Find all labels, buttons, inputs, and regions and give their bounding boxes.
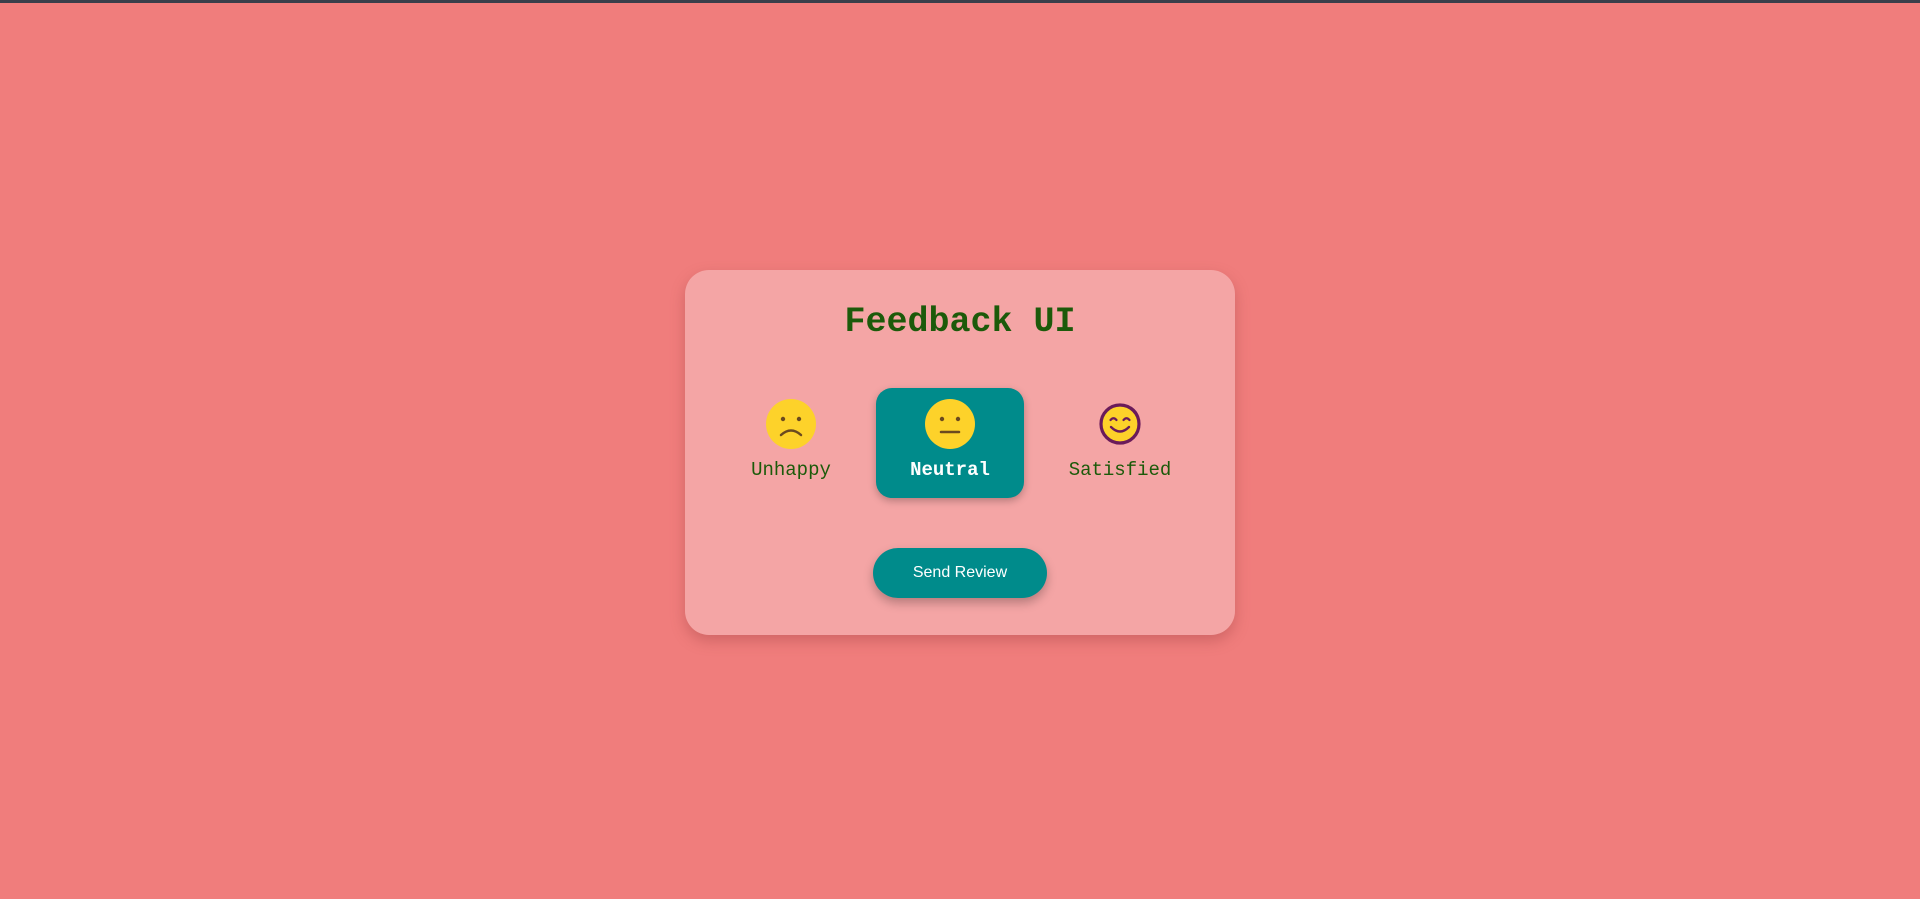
neutral-face-icon xyxy=(925,399,975,449)
rating-option-satisfied[interactable]: Satisfied xyxy=(1046,388,1194,498)
rating-label-neutral: Neutral xyxy=(910,459,990,481)
smiling-face-icon xyxy=(1099,403,1141,445)
rating-label-unhappy: Unhappy xyxy=(751,459,831,481)
page-title: Feedback UI xyxy=(844,302,1076,342)
rating-label-satisfied: Satisfied xyxy=(1068,459,1172,481)
sad-face-icon xyxy=(766,399,816,449)
rating-option-neutral[interactable]: Neutral xyxy=(876,388,1024,498)
rating-options: Unhappy Neutral Satisfied xyxy=(685,388,1235,498)
rating-option-unhappy[interactable]: Unhappy xyxy=(717,388,865,498)
send-review-button[interactable]: Send Review xyxy=(873,548,1047,598)
browser-top-edge xyxy=(0,0,1920,3)
feedback-card: Feedback UI Unhappy Neutral Satisfied Se… xyxy=(685,270,1235,635)
